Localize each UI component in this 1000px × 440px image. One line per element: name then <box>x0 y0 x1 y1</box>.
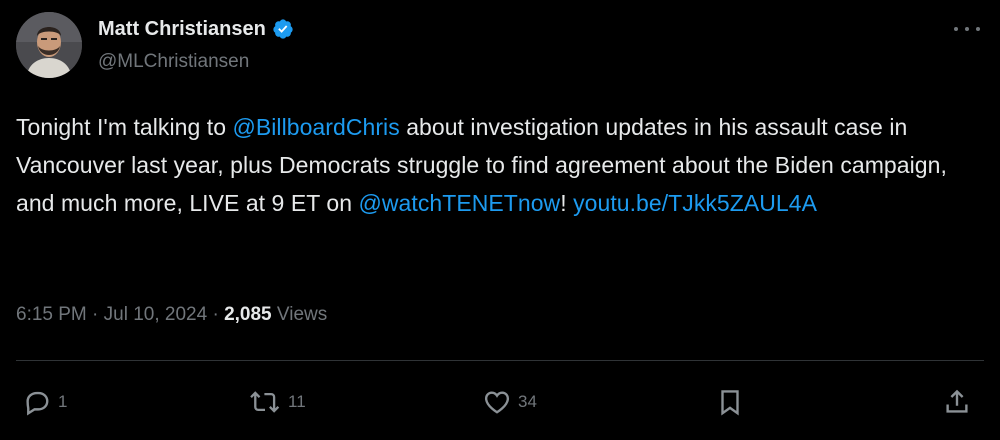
author-handle[interactable]: @MLChristiansen <box>98 50 249 74</box>
author-display-name[interactable]: Matt Christiansen <box>98 16 266 42</box>
mention-link[interactable]: @watchTENETnow <box>358 190 560 216</box>
author-name-row: Matt Christiansen <box>98 16 294 42</box>
bookmark-icon <box>721 390 739 416</box>
avatar-image <box>16 12 82 78</box>
views-label: Views <box>276 304 328 325</box>
meta-separator: · <box>92 304 99 325</box>
tweet-meta: 6:15 PM · Jul 10, 2024 · 2,085 Views <box>16 303 327 327</box>
retweet-button[interactable]: 11 <box>248 382 306 422</box>
retweet-count: 11 <box>288 392 306 411</box>
tweet-card: Matt Christiansen @MLChristiansen Tonigh… <box>0 0 1000 440</box>
reply-button[interactable]: 1 <box>22 382 67 422</box>
like-button[interactable]: 34 <box>482 382 537 422</box>
mention-link[interactable]: @BillboardChris <box>232 114 399 140</box>
url-link[interactable]: youtu.be/TJkk5ZAUL4A <box>573 190 817 216</box>
action-bar: 1 11 34 <box>0 382 1000 422</box>
tweet-text-segment: ! <box>560 190 574 216</box>
tweet-text-segment: Tonight I'm talking to <box>16 114 233 140</box>
share-button[interactable] <box>942 382 972 422</box>
views-count: 2,085 <box>224 304 272 325</box>
bookmark-button[interactable] <box>716 382 744 422</box>
reply-count: 1 <box>58 392 68 411</box>
retweet-icon <box>250 391 280 413</box>
avatar[interactable] <box>16 12 82 78</box>
share-icon <box>946 389 968 413</box>
tweet-date[interactable]: Jul 10, 2024 <box>104 304 208 325</box>
divider <box>16 360 984 361</box>
more-options-icon[interactable] <box>954 24 980 34</box>
tweet-time[interactable]: 6:15 PM <box>16 304 87 325</box>
tweet-text: Tonight I'm talking to @BillboardChris a… <box>16 108 984 222</box>
like-count: 34 <box>518 392 537 411</box>
reply-icon <box>26 391 49 416</box>
heart-icon <box>484 391 510 414</box>
verified-badge-icon <box>272 18 294 40</box>
meta-separator: · <box>212 304 219 325</box>
